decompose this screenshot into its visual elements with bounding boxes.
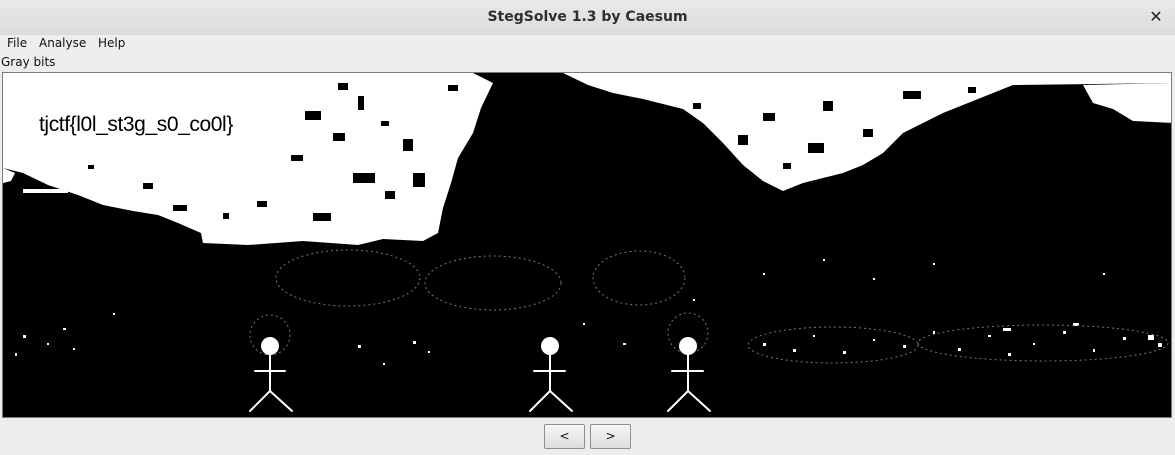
next-plane-button[interactable]: >: [590, 424, 631, 449]
prev-plane-button[interactable]: <: [544, 424, 585, 449]
menu-file[interactable]: File: [7, 36, 27, 50]
stick-figure: [529, 337, 573, 412]
menu-help[interactable]: Help: [98, 36, 125, 50]
title-bar: StegSolve 1.3 by Caesum ✕: [0, 0, 1175, 36]
menu-analyse[interactable]: Analyse: [39, 36, 86, 50]
stick-figure: [249, 337, 293, 412]
image-viewport: tjctf{l0l_st3g_s0_co0l}: [2, 72, 1172, 418]
faint-outlines: [249, 249, 1169, 364]
menu-bar: File Analyse Help: [0, 35, 1175, 53]
noise-specks: [15, 259, 1162, 365]
view-mode-label: Gray bits: [1, 55, 56, 69]
close-icon[interactable]: ✕: [1145, 6, 1167, 28]
hidden-flag-text: tjctf{l0l_st3g_s0_co0l}: [39, 113, 233, 136]
window-title: StegSolve 1.3 by Caesum: [487, 9, 688, 25]
cloud-regions: [3, 73, 1171, 245]
stick-figures: [249, 337, 711, 412]
